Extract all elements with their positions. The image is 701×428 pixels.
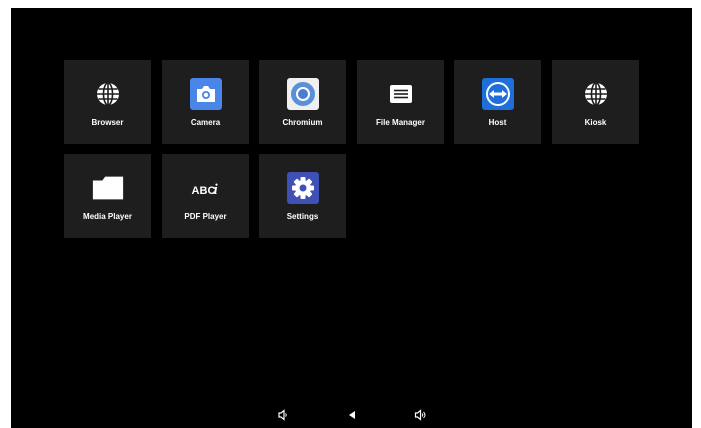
- app-label: Settings: [286, 212, 319, 221]
- app-label: Kiosk: [584, 118, 607, 127]
- app-tile-camera[interactable]: Camera: [162, 60, 249, 144]
- back-icon[interactable]: [345, 408, 359, 422]
- folder-icon: [91, 171, 125, 205]
- abc-text-icon: ABC i: [189, 171, 223, 205]
- navigation-bar: [11, 402, 692, 428]
- globe-icon: [91, 77, 125, 111]
- app-label: Camera: [190, 118, 221, 127]
- app-tile-media-player[interactable]: Media Player: [64, 154, 151, 238]
- app-tile-kiosk[interactable]: Kiosk: [552, 60, 639, 144]
- app-tile-host[interactable]: Host: [454, 60, 541, 144]
- app-label: PDF Player: [184, 212, 227, 221]
- app-tile-chromium[interactable]: Chromium: [259, 60, 346, 144]
- app-label: File Manager: [376, 118, 425, 127]
- app-tile-file-manager[interactable]: File Manager: [357, 60, 444, 144]
- svg-text:i: i: [214, 182, 218, 198]
- teamviewer-icon: [481, 77, 515, 111]
- app-label: Host: [488, 118, 507, 127]
- app-tile-pdf-player[interactable]: ABC i PDF Player: [162, 154, 249, 238]
- app-label: Media Player: [83, 212, 132, 221]
- globe-icon: [579, 77, 613, 111]
- volume-down-icon[interactable]: [276, 408, 290, 422]
- chromium-icon: [286, 77, 320, 111]
- home-screen: Browser Camera Chromium File Manager Hos…: [11, 8, 692, 428]
- svg-text:ABC: ABC: [192, 185, 216, 197]
- gear-icon: [286, 171, 320, 205]
- app-label: Chromium: [282, 118, 323, 127]
- volume-up-icon[interactable]: [413, 408, 427, 422]
- app-label: Browser: [91, 118, 124, 127]
- file-manager-icon: [384, 77, 418, 111]
- app-tile-browser[interactable]: Browser: [64, 60, 151, 144]
- app-tile-settings[interactable]: Settings: [259, 154, 346, 238]
- camera-icon: [189, 77, 223, 111]
